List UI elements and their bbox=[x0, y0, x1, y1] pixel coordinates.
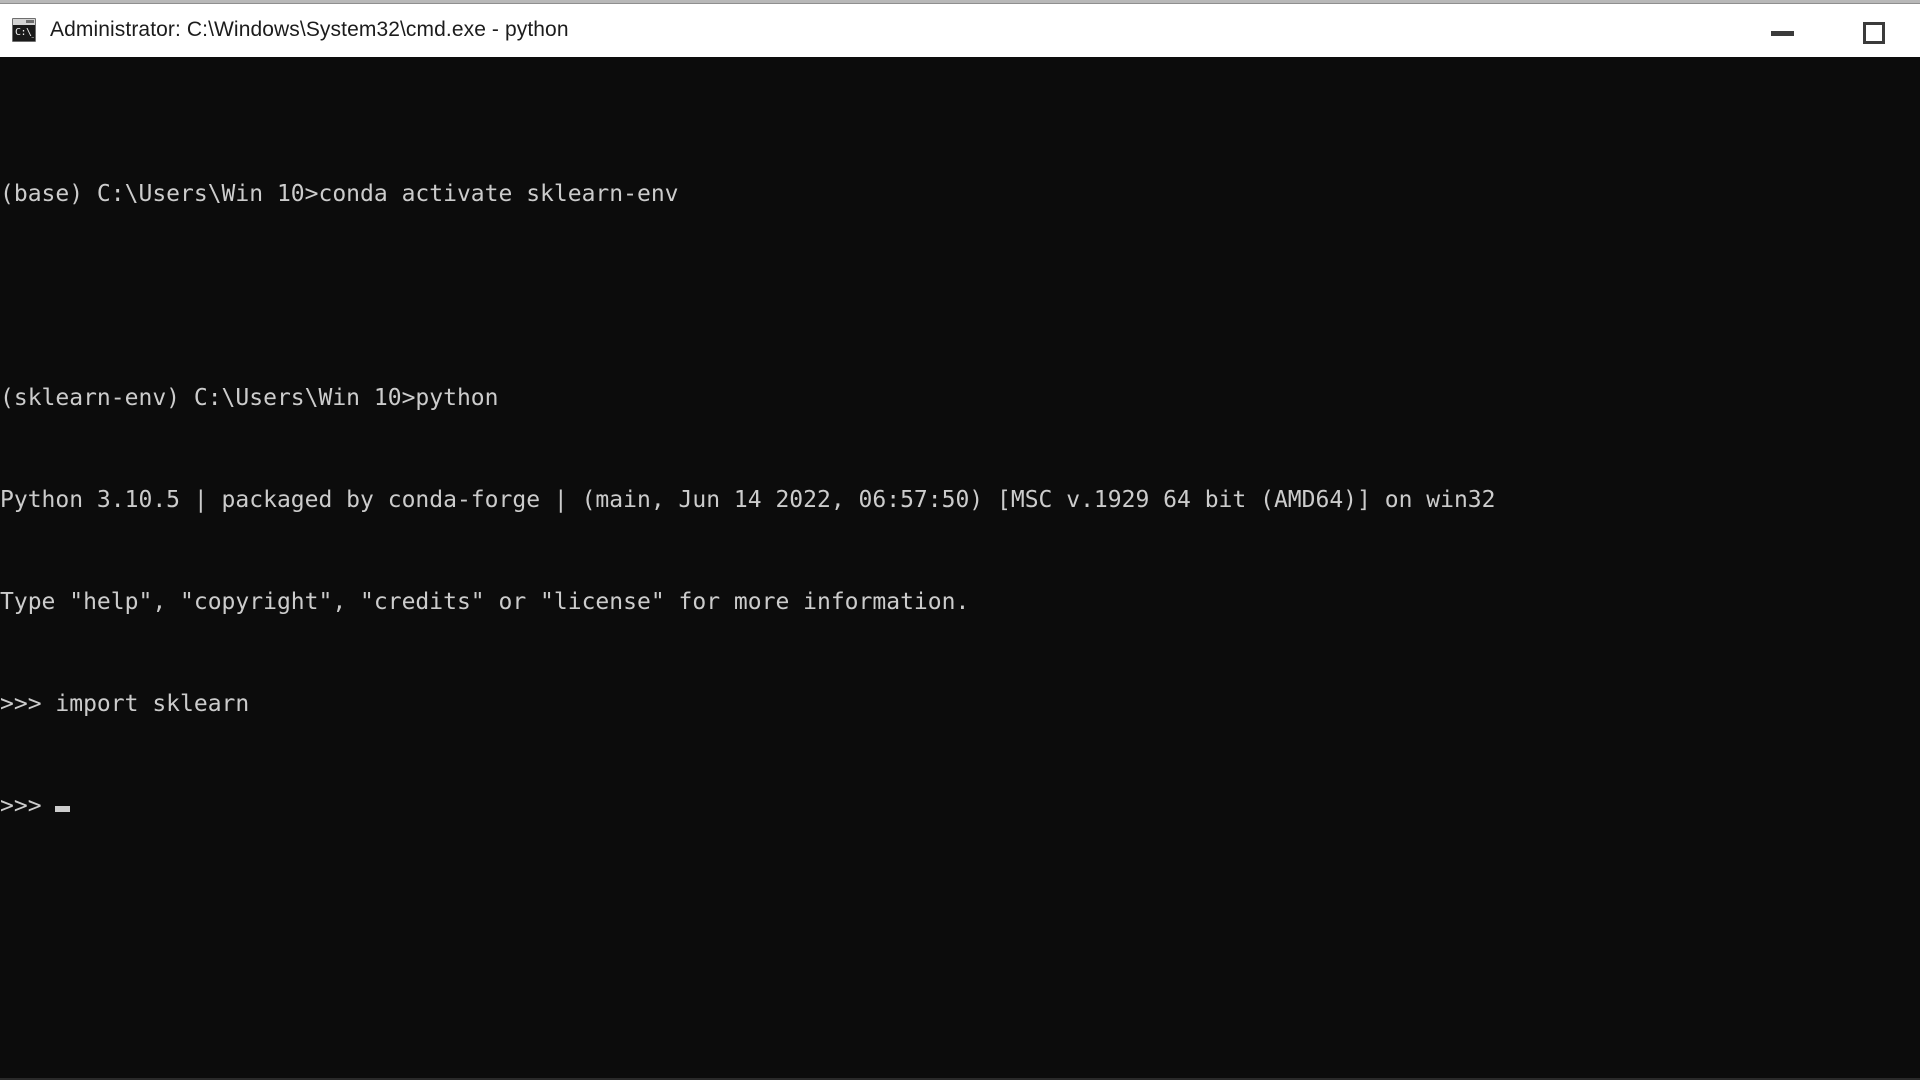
terminal-line: Python 3.10.5 | packaged by conda-forge … bbox=[0, 487, 1496, 513]
terminal-prompt-text: >>> bbox=[0, 793, 56, 819]
minimize-icon bbox=[1770, 30, 1794, 36]
cmd-exe-icon: C:\_ bbox=[12, 18, 36, 42]
minimize-button[interactable] bbox=[1736, 6, 1828, 57]
terminal-line: >>> import sklearn bbox=[0, 691, 250, 717]
maximize-icon bbox=[1863, 22, 1885, 44]
title-bar[interactable]: C:\_ Administrator: C:\Windows\System32\… bbox=[0, 0, 1920, 57]
terminal-line: (base) C:\Users\Win 10>conda activate sk… bbox=[0, 181, 679, 207]
terminal-lines: (base) C:\Users\Win 10>conda activate sk… bbox=[0, 109, 1920, 891]
maximize-button[interactable] bbox=[1828, 6, 1920, 57]
text-cursor bbox=[55, 806, 71, 812]
terminal-line: Type "help", "copyright", "credits" or "… bbox=[0, 589, 970, 615]
console-window: C:\_ Administrator: C:\Windows\System32\… bbox=[0, 0, 1920, 1080]
cmd-icon-titlebar-strip bbox=[13, 19, 35, 25]
terminal-line: (sklearn-env) C:\Users\Win 10>python bbox=[0, 385, 499, 411]
window-title: Administrator: C:\Windows\System32\cmd.e… bbox=[50, 18, 569, 41]
window-controls bbox=[1736, 6, 1920, 57]
cmd-icon-prompt-glyph: C:\_ bbox=[15, 27, 34, 38]
terminal-prompt-line: >>> bbox=[0, 789, 1920, 823]
terminal-output-area[interactable]: (base) C:\Users\Win 10>conda activate sk… bbox=[0, 57, 1920, 1080]
